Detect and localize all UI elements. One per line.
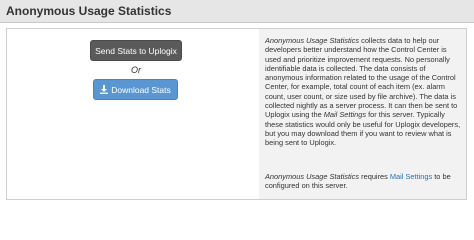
description-text: Anonymous Usage Statistics collects data… xyxy=(265,36,461,148)
description-body-1: collects data to help our developers bet… xyxy=(265,36,458,120)
requirement-text-1: requires xyxy=(359,172,390,181)
or-separator: Or xyxy=(131,65,141,75)
section-header: Anonymous Usage Statistics xyxy=(0,0,474,23)
mail-settings-reference: Mail Settings xyxy=(323,110,367,120)
mail-settings-link[interactable]: Mail Settings xyxy=(390,172,432,181)
usage-stats-panel: Send Stats to Uplogix Or Download Stats … xyxy=(6,28,467,200)
actions-column: Send Stats to Uplogix Or Download Stats xyxy=(8,30,259,198)
download-stats-button[interactable]: Download Stats xyxy=(93,79,178,100)
requirement-text: Anonymous Usage Statistics requires Mail… xyxy=(265,172,461,191)
download-icon xyxy=(100,85,109,94)
download-stats-label: Download Stats xyxy=(111,85,171,95)
requirement-feature-name: Anonymous Usage Statistics xyxy=(265,172,360,181)
section-title: Anonymous Usage Statistics xyxy=(6,4,172,18)
info-column: Anonymous Usage Statistics collects data… xyxy=(259,29,466,199)
feature-name: Anonymous Usage Statistics xyxy=(265,36,360,45)
send-stats-button[interactable]: Send Stats to Uplogix xyxy=(90,40,182,61)
